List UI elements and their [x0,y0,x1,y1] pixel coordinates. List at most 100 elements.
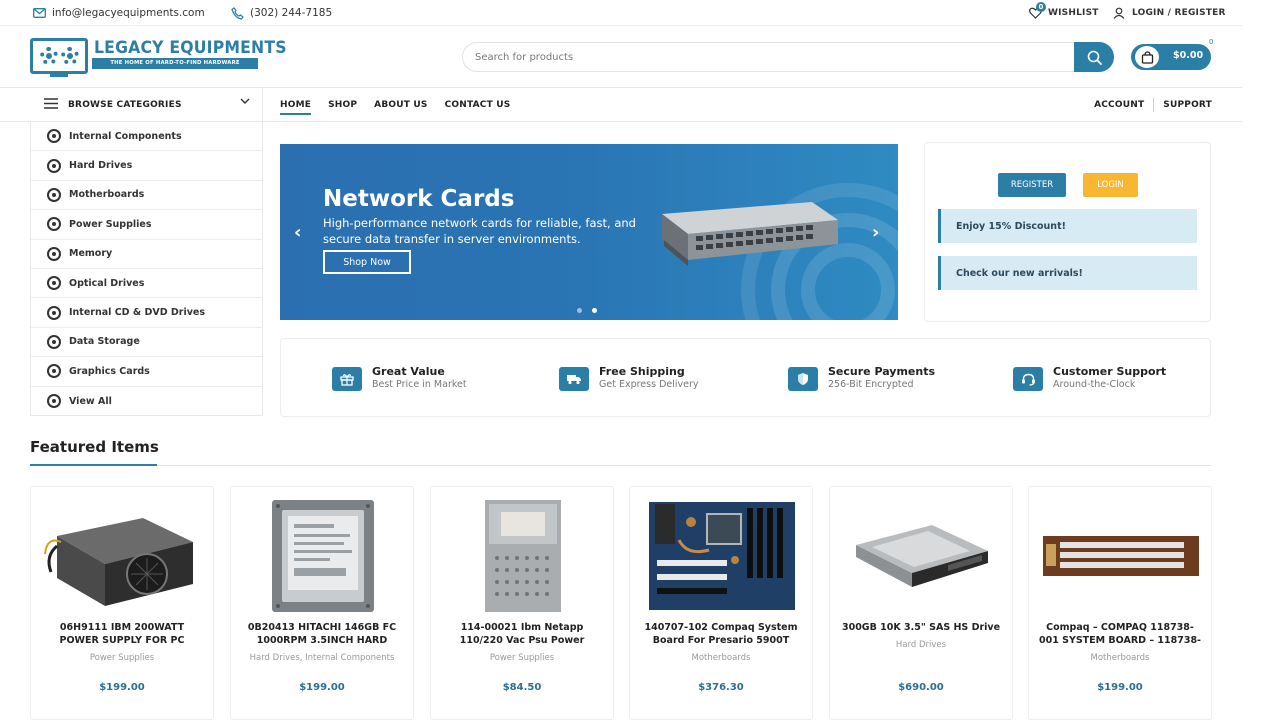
menu-divider [1153,98,1155,112]
feature-subtitle: Best Price in Market [372,379,467,390]
shopping-bag-icon [1133,44,1161,70]
product-card[interactable]: Compaq – COMPAQ 118738-001 SYSTEM BOARD … [1028,486,1212,720]
features-strip: Great Value Best Price in Market Free Shi… [280,338,1211,417]
login-button[interactable]: LOGIN [1083,173,1138,197]
login-register-link[interactable]: LOGIN / REGISTER [1112,6,1226,20]
feature-free-shipping: Free Shipping Get Express Delivery [559,365,699,391]
secondary-menu: ACCOUNT SUPPORT [1094,88,1212,122]
hard-drive-image[interactable] [243,497,403,615]
chevron-down-icon [240,98,250,108]
menu-item-home[interactable]: HOME [280,100,312,115]
truck-icon [559,367,589,391]
system-board-image[interactable] [1041,497,1201,615]
category-item-internal-components[interactable]: Internal Components [31,122,262,152]
category-item-graphics-cards[interactable]: Graphics Cards [31,357,262,387]
banner-description: High-performance network cards for relia… [323,216,636,246]
new-arrivals-notice[interactable]: Check our new arrivals! [938,256,1197,290]
hamburger-icon [44,98,58,112]
product-category[interactable]: Power Supplies [39,652,205,664]
product-category[interactable]: Hard Drives, Internal Components [239,652,405,664]
product-price: $199.00 [299,682,345,693]
psu-image[interactable] [443,497,603,615]
carousel-dot[interactable] [577,308,582,313]
logo-tagline: THE HOME OF HARD-TO-FIND HARDWARE [92,58,258,69]
wishlist-count: 0 [1036,2,1046,12]
gear-icon [60,47,79,65]
browse-categories-label: BROWSE CATEGORIES [68,100,182,110]
product-name[interactable]: 0B20413 HITACHI 146GB FC 1000RPM 3.5INCH… [239,621,405,649]
site-header: LEGACY EQUIPMENTS THE HOME OF HARD-TO-FI… [0,26,1242,87]
top-bar: info@legacyequipments.com (302) 244-7185… [0,0,1242,26]
email-text: info@legacyequipments.com [52,7,205,19]
category-item-memory[interactable]: Memory [31,240,262,269]
shop-now-button[interactable]: Shop Now [323,250,411,274]
category-label: Memory [69,248,113,260]
product-category[interactable]: Power Supplies [439,652,605,664]
menu-item-account[interactable]: ACCOUNT [1094,100,1144,110]
product-card[interactable]: 300GB 10K 3.5" SAS HS Drive Hard Drives … [829,486,1013,720]
gift-icon [332,367,362,391]
search-button[interactable] [1074,42,1114,72]
browse-categories-toggle[interactable]: BROWSE CATEGORIES [30,88,263,122]
menu-item-support[interactable]: SUPPORT [1163,100,1212,110]
wishlist-link[interactable]: 0 WISHLIST [1028,2,1099,20]
heart-icon: 0 [1028,2,1046,20]
site-logo[interactable]: LEGACY EQUIPMENTS THE HOME OF HARD-TO-FI… [30,38,287,78]
contact-phone[interactable]: (302) 244-7185 [230,6,332,20]
cart-button[interactable]: $0.00 0 [1131,38,1213,70]
category-item-data-storage[interactable]: Data Storage [31,328,262,358]
category-label: Data Storage [69,336,140,348]
menu-item-about-us[interactable]: ABOUT US [374,100,427,110]
feature-customer-support: Customer Support Around-the-Clock [1013,365,1166,391]
product-price: $84.50 [502,682,542,693]
product-card[interactable]: 06H9111 IBM 200WATT POWER SUPPLY FOR PC … [30,486,214,720]
section-divider [30,464,1211,466]
menu-item-shop[interactable]: SHOP [328,100,357,110]
motherboard-image[interactable] [642,497,802,615]
circle-bullet-icon [47,334,61,349]
product-name[interactable]: Compaq – COMPAQ 118738-001 SYSTEM BOARD … [1037,621,1203,649]
category-item-optical-drives[interactable]: Optical Drives [31,269,262,299]
product-name[interactable]: 140707-102 Compaq System Board For Presa… [638,621,804,649]
circle-bullet-icon [47,394,61,409]
shield-icon [788,367,818,391]
carousel-dot-active[interactable] [592,308,597,313]
cart-amount: $0.00 [1173,50,1204,61]
feature-subtitle: 256-Bit Encrypted [828,379,914,390]
product-category[interactable]: Motherboards [1037,652,1203,664]
circle-bullet-icon [47,276,61,291]
product-name[interactable]: 06H9111 IBM 200WATT POWER SUPPLY FOR PC [39,621,205,649]
banner-prev-icon[interactable]: ‹ [294,222,301,243]
register-button[interactable]: REGISTER [998,173,1066,197]
menu-item-contact-us[interactable]: CONTACT US [445,100,511,110]
circle-bullet-icon [47,187,61,202]
category-item-motherboards[interactable]: Motherboards [31,181,262,211]
gear-icon [39,47,58,65]
power-supply-image[interactable] [43,497,203,615]
category-item-view-all[interactable]: View All [31,387,262,416]
category-item-cd-dvd-drives[interactable]: Internal CD & DVD Drives [31,298,262,328]
category-item-hard-drives[interactable]: Hard Drives [31,151,262,181]
product-card[interactable]: 140707-102 Compaq System Board For Presa… [629,486,813,720]
banner-title: Network Cards [323,186,515,212]
feature-title: Customer Support [1053,365,1167,378]
network-switch-image [662,202,838,266]
product-card[interactable]: 0B20413 HITACHI 146GB FC 1000RPM 3.5INCH… [230,486,414,720]
contact-email[interactable]: info@legacyequipments.com [32,6,205,20]
banner-next-icon[interactable]: › [872,222,879,243]
product-name[interactable]: 114-00021 Ibm Netapp 110/220 Vac Psu Pow… [439,621,605,649]
product-card[interactable]: 114-00021 Ibm Netapp 110/220 Vac Psu Pow… [430,486,614,720]
circle-bullet-icon [47,158,61,173]
product-category[interactable]: Motherboards [638,652,804,664]
circle-bullet-icon [47,364,61,379]
search-input[interactable] [475,43,1065,71]
carousel-indicators [577,308,597,313]
sas-drive-image[interactable] [842,497,1002,615]
product-price: $199.00 [1097,682,1143,693]
feature-great-value: Great Value Best Price in Market [332,365,467,391]
feature-secure-payments: Secure Payments 256-Bit Encrypted [788,365,935,391]
category-item-power-supplies[interactable]: Power Supplies [31,210,262,240]
product-category[interactable]: Hard Drives [838,639,1004,651]
discount-notice[interactable]: Enjoy 15% Discount! [938,209,1197,243]
feature-subtitle: Around-the-Clock [1053,379,1136,390]
